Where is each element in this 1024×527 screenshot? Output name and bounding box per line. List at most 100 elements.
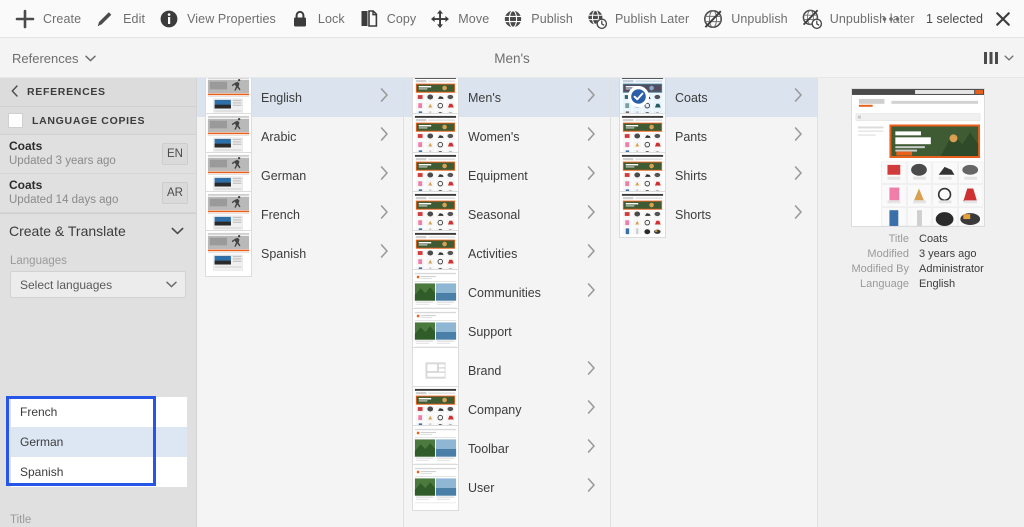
column-item[interactable]: Toolbar bbox=[404, 425, 610, 472]
language-copies-checkbox[interactable] bbox=[8, 113, 23, 128]
page-title-label: Men's bbox=[494, 50, 530, 66]
column-item-chevron[interactable] bbox=[587, 244, 596, 263]
toolbar-copy-button[interactable]: Copy bbox=[354, 0, 426, 38]
column-item[interactable]: Company bbox=[404, 386, 610, 433]
column-item[interactable]: Activities bbox=[404, 230, 610, 277]
language-select-value: Select languages bbox=[20, 277, 113, 292]
column-item-label: Women's bbox=[468, 129, 520, 144]
column-item-chevron[interactable] bbox=[380, 205, 389, 224]
chevron-right-icon bbox=[587, 205, 595, 219]
language-copies-header[interactable]: LANGUAGE COPIES bbox=[0, 107, 196, 135]
column-item-chevron[interactable] bbox=[587, 205, 596, 224]
toolbar-item-label: Publish Later bbox=[614, 11, 690, 26]
detail-field-key: Title bbox=[888, 233, 909, 245]
column-item-chevron[interactable] bbox=[587, 127, 596, 146]
column-item-chevron[interactable] bbox=[380, 244, 389, 263]
detail-field-value: 3 years ago bbox=[919, 248, 977, 260]
column-item[interactable]: Communities bbox=[404, 269, 610, 316]
languages-column: English Arabic German French Spanish bbox=[197, 78, 404, 527]
chevron-right-icon bbox=[380, 244, 388, 258]
column-item[interactable]: Seasonal bbox=[404, 191, 610, 238]
column-item-label: Seasonal bbox=[468, 207, 521, 222]
detail-field-value: Coats bbox=[919, 233, 948, 245]
column-item[interactable]: English bbox=[197, 78, 403, 121]
detail-preview-render bbox=[852, 89, 984, 226]
globe-icon bbox=[502, 8, 524, 30]
toolbar-view-properties-button[interactable]: View Properties bbox=[154, 0, 285, 38]
column-item[interactable]: Shirts bbox=[611, 152, 817, 199]
checkmark-circle-icon bbox=[628, 86, 649, 107]
toolbar-item-label: View Properties bbox=[187, 11, 276, 26]
copy-icon bbox=[358, 8, 380, 30]
column-item-chevron[interactable] bbox=[587, 166, 596, 185]
toolbar-edit-button[interactable]: Edit bbox=[90, 0, 154, 38]
column-item[interactable]: User bbox=[404, 464, 610, 511]
column-item-chevron[interactable] bbox=[587, 400, 596, 419]
column-item-chevron[interactable] bbox=[380, 88, 389, 107]
column-item[interactable]: Coats bbox=[611, 78, 817, 121]
column-view-icon bbox=[984, 52, 998, 64]
more-actions-button[interactable] bbox=[882, 0, 900, 38]
rail-selector[interactable]: References bbox=[12, 38, 97, 78]
column-item-chevron[interactable] bbox=[587, 478, 596, 497]
aem-sites-console: Create Edit View Properties Lock Copy Move Pub… bbox=[0, 0, 1024, 527]
reference-row[interactable]: Coats Updated 14 days ago AR bbox=[0, 174, 196, 213]
toolbar-lock-button[interactable]: Lock bbox=[285, 0, 354, 38]
language-option[interactable]: German bbox=[11, 427, 187, 457]
toolbar-unpublish-later-button[interactable]: Unpublish later bbox=[797, 0, 924, 38]
toolbar-create-button[interactable]: Create bbox=[10, 0, 90, 38]
column-item-thumbnail bbox=[205, 230, 252, 277]
chevron-down-icon bbox=[85, 55, 97, 62]
language-options-list[interactable]: French German Spanish bbox=[10, 396, 188, 488]
toolbar-move-button[interactable]: Move bbox=[425, 0, 498, 38]
column-item[interactable]: Shorts bbox=[611, 191, 817, 238]
chevron-right-icon bbox=[794, 205, 802, 219]
column-item-chevron[interactable] bbox=[380, 127, 389, 146]
column-item-chevron[interactable] bbox=[587, 88, 596, 107]
toolbar-unpublish-button[interactable]: Unpublish bbox=[698, 0, 797, 38]
column-item[interactable]: Men's bbox=[404, 78, 610, 121]
globe-clock-icon bbox=[586, 8, 608, 30]
globe-slash-clock-icon bbox=[801, 8, 823, 30]
toolbar-actions: Create Edit View Properties Lock Copy Move Pub… bbox=[10, 0, 924, 38]
column-item-label: Shirts bbox=[675, 168, 707, 183]
plus-icon bbox=[14, 8, 36, 30]
detail-preview-image bbox=[851, 88, 985, 227]
column-item-chevron[interactable] bbox=[794, 88, 803, 107]
column-item[interactable]: Arabic bbox=[197, 113, 403, 160]
create-translate-section-header[interactable]: Create & Translate bbox=[0, 213, 196, 247]
languages-field-label: Languages bbox=[10, 255, 67, 267]
references-rail: REFERENCES LANGUAGE COPIES Coats Updated … bbox=[0, 78, 197, 527]
column-item[interactable]: Equipment bbox=[404, 152, 610, 199]
language-option[interactable]: Spanish bbox=[11, 457, 187, 487]
column-item[interactable]: Support bbox=[404, 308, 610, 355]
view-switcher[interactable] bbox=[983, 38, 1014, 78]
column-item-chevron[interactable] bbox=[587, 439, 596, 458]
column-item-label: Arabic bbox=[261, 129, 297, 144]
back-button[interactable] bbox=[11, 84, 27, 100]
references-list: Coats Updated 3 years ago EN Coats Updated 1… bbox=[0, 135, 196, 213]
reference-row[interactable]: Coats Updated 3 years ago EN bbox=[0, 135, 196, 174]
column-item-label: Brand bbox=[468, 363, 502, 378]
language-select[interactable]: Select languages bbox=[10, 271, 186, 298]
language-option[interactable]: French bbox=[11, 397, 187, 427]
column-item-chevron[interactable] bbox=[380, 166, 389, 185]
column-item-chevron[interactable] bbox=[587, 361, 596, 380]
column-item-chevron[interactable] bbox=[794, 166, 803, 185]
column-item-chevron[interactable] bbox=[794, 127, 803, 146]
close-selection-button[interactable] bbox=[994, 10, 1012, 28]
column-item[interactable]: German bbox=[197, 152, 403, 199]
column-item-label: User bbox=[468, 480, 495, 495]
more-ellipsis-icon bbox=[882, 17, 900, 21]
chevron-right-icon bbox=[587, 244, 595, 258]
column-item[interactable]: Spanish bbox=[197, 230, 403, 277]
toolbar-publish-button[interactable]: Publish bbox=[498, 0, 582, 38]
column-item[interactable]: Women's bbox=[404, 113, 610, 160]
column-item[interactable]: French bbox=[197, 191, 403, 238]
column-item[interactable]: Brand bbox=[404, 347, 610, 394]
toolbar-publish-later-button[interactable]: Publish Later bbox=[582, 0, 698, 38]
column-item-chevron[interactable] bbox=[587, 283, 596, 302]
column-item-chevron[interactable] bbox=[794, 205, 803, 224]
column-item[interactable]: Pants bbox=[611, 113, 817, 160]
products-column: Coats Pants Shirts Shorts bbox=[611, 78, 818, 527]
